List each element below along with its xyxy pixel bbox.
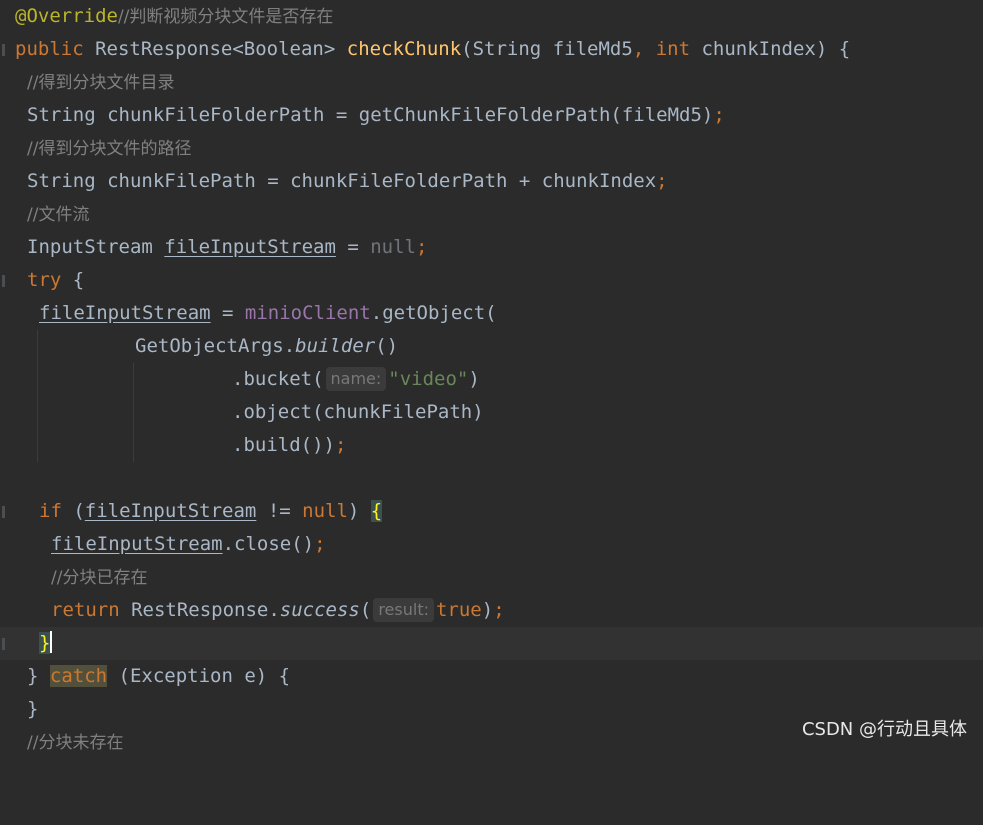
code-editor[interactable]: @Override//判断视频分块文件是否存在 public RestRespo… <box>0 0 983 753</box>
semicolon: ; <box>314 533 326 555</box>
paren: ) <box>347 500 371 522</box>
code-line-3[interactable]: //得到分块文件目录 <box>0 66 983 99</box>
code-line-2[interactable]: public RestResponse<Boolean> checkChunk(… <box>0 33 983 66</box>
code-line-5[interactable]: //得到分块文件的路径 <box>0 132 983 165</box>
param-name: fileMd5 <box>552 38 633 60</box>
param-hint: name: <box>325 367 387 391</box>
code-line-1[interactable]: @Override//判断视频分块文件是否存在 <box>0 0 983 33</box>
type: InputStream <box>27 236 153 258</box>
keyword-if: if <box>39 500 62 522</box>
type: String <box>27 170 96 192</box>
method-name: checkChunk <box>346 38 462 60</box>
code-line-12[interactable]: .bucket(name: "video") <box>0 363 983 396</box>
semicolon: ; <box>493 599 505 621</box>
fold-marker-icon[interactable] <box>2 638 5 650</box>
operator: = <box>210 302 245 324</box>
code-line-18[interactable]: //分块已存在 <box>0 561 983 594</box>
annotation: @Override <box>15 5 118 27</box>
variable: fileInputStream <box>39 302 211 324</box>
statement: chunkFilePath = chunkFileFolderPath + ch… <box>107 170 657 192</box>
comma: , <box>632 38 645 60</box>
variable: fileInputStream <box>84 500 257 522</box>
paren: ( <box>461 38 473 60</box>
operator: != <box>256 500 303 522</box>
code-line-7[interactable]: //文件流 <box>0 198 983 231</box>
class-ref: GetObjectArgs. <box>135 335 296 357</box>
semicolon: ; <box>334 434 347 456</box>
matched-brace: { <box>370 500 383 522</box>
statement: chunkFileFolderPath = getChunkFileFolder… <box>107 104 714 126</box>
semicolon: ; <box>656 170 668 192</box>
code-line-8[interactable]: InputStream fileInputStream = null; <box>0 231 983 264</box>
paren-brace: ) { <box>815 38 851 60</box>
text-caret <box>50 631 53 653</box>
return-type: RestResponse<Boolean> <box>95 38 336 60</box>
semicolon: ; <box>713 104 725 126</box>
code-line-11[interactable]: GetObjectArgs.builder() <box>0 330 983 363</box>
comment: //判断视频分块文件是否存在 <box>117 7 334 27</box>
brace: { <box>61 269 85 291</box>
comment: //分块已存在 <box>51 568 148 588</box>
class-ref: RestResponse. <box>119 599 280 621</box>
matched-brace: } <box>39 632 51 654</box>
fold-marker-icon[interactable] <box>2 275 5 287</box>
paren: ) <box>468 368 480 390</box>
null-literal: null <box>302 500 348 522</box>
code-line-6[interactable]: String chunkFilePath = chunkFileFolderPa… <box>0 165 983 198</box>
catch-clause: (Exception e) { <box>107 665 291 687</box>
comment: //得到分块文件的路径 <box>27 139 192 159</box>
fold-marker-icon[interactable] <box>2 506 5 518</box>
comment: //分块未存在 <box>27 733 124 753</box>
code-line-17[interactable]: fileInputStream.close(); <box>0 528 983 561</box>
method-call: .bucket( <box>232 368 324 390</box>
keyword-public: public <box>15 38 84 60</box>
param-type: String <box>472 38 542 60</box>
keyword-int: int <box>655 38 691 60</box>
type: String <box>27 104 96 126</box>
semicolon: ; <box>415 236 428 258</box>
watermark: CSDN @行动且具体 <box>801 719 967 740</box>
static-method: builder <box>295 335 376 357</box>
code-line-20-current[interactable]: } <box>0 627 983 660</box>
field: minioClient <box>244 302 371 324</box>
method-call: .getObject( <box>370 302 497 324</box>
param-hint: result: <box>373 598 434 622</box>
fold-marker-icon[interactable] <box>2 44 5 56</box>
method-call: .close() <box>222 533 315 555</box>
code-line-16[interactable]: if (fileInputStream != null) { <box>0 495 983 528</box>
code-line-14[interactable]: .build()); <box>0 429 983 462</box>
boolean-literal: true <box>435 599 482 621</box>
code-line-10[interactable]: fileInputStream = minioClient.getObject( <box>0 297 983 330</box>
code-line-9[interactable]: try { <box>0 264 983 297</box>
parens: () <box>375 335 399 357</box>
paren: ( <box>359 599 372 621</box>
code-line-19[interactable]: return RestResponse.success(result: true)… <box>0 594 983 627</box>
operator: = <box>335 236 371 258</box>
method-call: .build()) <box>232 434 335 456</box>
paren: ( <box>61 500 85 522</box>
keyword-catch: catch <box>49 665 108 687</box>
method-call: .object(chunkFilePath) <box>232 401 484 423</box>
keyword-try: try <box>27 269 62 291</box>
variable: fileInputStream <box>51 533 223 555</box>
code-line-4[interactable]: String chunkFileFolderPath = getChunkFil… <box>0 99 983 132</box>
brace: } <box>27 665 50 687</box>
paren: ) <box>481 599 494 621</box>
code-line-21[interactable]: } catch (Exception e) { <box>0 660 983 693</box>
comment: //文件流 <box>27 205 90 225</box>
null-literal: null <box>370 236 416 258</box>
keyword-return: return <box>51 599 120 621</box>
code-line-13[interactable]: .object(chunkFilePath) <box>0 396 983 429</box>
string-literal: "video" <box>388 368 469 390</box>
code-line-15[interactable] <box>0 462 983 495</box>
brace: } <box>27 698 39 720</box>
static-method: success <box>279 599 360 621</box>
comment: //得到分块文件目录 <box>27 73 175 93</box>
param-name: chunkIndex <box>701 38 816 60</box>
variable: fileInputStream <box>164 236 336 258</box>
